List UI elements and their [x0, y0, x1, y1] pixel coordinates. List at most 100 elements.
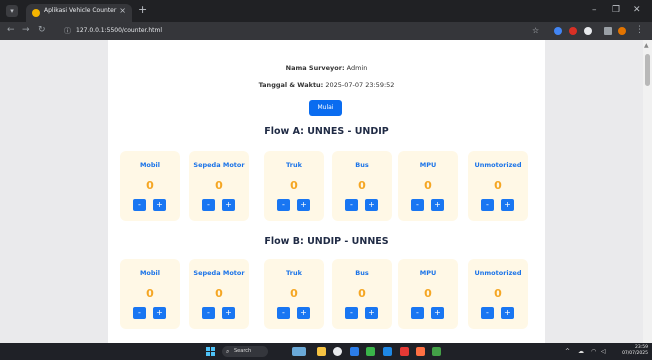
minimize-button[interactable]: – [592, 4, 597, 16]
increment-button[interactable]: + [365, 307, 378, 319]
increment-button[interactable]: + [431, 199, 444, 211]
clock-date: 07/07/2025 [622, 351, 648, 356]
address-url: 127.0.0.1:5500/counter.html [76, 27, 163, 34]
counter-label: Unmotorized [474, 161, 522, 169]
decrement-button[interactable]: - [345, 199, 358, 211]
reload-button[interactable]: ↻ [38, 25, 46, 36]
download-icon[interactable] [604, 27, 612, 35]
windows-start-icon[interactable] [206, 347, 215, 356]
file-explorer-icon[interactable] [317, 347, 326, 356]
bookmark-star-icon[interactable]: ☆ [532, 26, 539, 36]
increment-button[interactable]: + [365, 199, 378, 211]
edge-icon[interactable] [350, 347, 359, 356]
increment-button[interactable]: + [501, 307, 514, 319]
increment-button[interactable]: + [297, 307, 310, 319]
decrement-button[interactable]: - [202, 199, 215, 211]
app-icon[interactable] [416, 347, 425, 356]
counter-mobil-a: Mobil 0 - + [120, 151, 180, 221]
counter-value: 0 [494, 287, 502, 300]
surveyor-line: Nama Surveyor: Admin [108, 64, 545, 72]
decrement-button[interactable]: - [411, 307, 424, 319]
counter-label: MPU [419, 269, 437, 277]
datetime-line: Tanggal & Waktu: 2025-07-07 23:59:52 [108, 81, 545, 89]
tab-close-icon[interactable]: × [119, 6, 126, 15]
increment-button[interactable]: + [222, 199, 235, 211]
chrome-icon[interactable] [333, 347, 342, 356]
counter-label: Mobil [139, 269, 161, 277]
counter-truk-a: Truk 0 - + [264, 151, 324, 221]
profile-avatar[interactable] [618, 27, 626, 35]
counter-value: 0 [146, 287, 154, 300]
counter-value: 0 [358, 287, 366, 300]
counter-label: Mobil [139, 161, 161, 169]
counter-sepeda-motor-b: Sepeda Motor 0 - + [189, 259, 249, 329]
start-button[interactable]: Mulai [309, 100, 342, 116]
extension-icon[interactable] [569, 27, 577, 35]
vscode-icon[interactable] [383, 347, 392, 356]
app-icon[interactable] [432, 347, 441, 356]
increment-button[interactable]: + [431, 307, 444, 319]
scroll-thumb[interactable] [645, 54, 650, 86]
increment-button[interactable]: + [222, 307, 235, 319]
taskbar: ⌕ Search ^ ☁ ◠ ◁ 23:59 07/07/2025 [0, 343, 652, 360]
taskbar-search[interactable]: ⌕ Search [222, 346, 268, 357]
widgets-icon[interactable] [292, 347, 306, 356]
counter-label: Truk [286, 269, 302, 277]
browser-tab[interactable]: Aplikasi Vehicle Counter × [26, 4, 132, 22]
address-bar[interactable]: ⓘ 127.0.0.1:5500/counter.html [60, 24, 530, 38]
decrement-button[interactable]: - [345, 307, 358, 319]
counter-mobil-b: Mobil 0 - + [120, 259, 180, 329]
tray-chevron-icon[interactable]: ^ [565, 347, 570, 356]
wifi-icon[interactable]: ◠ [591, 347, 596, 356]
extension-icon[interactable] [554, 27, 562, 35]
counter-truk-b: Truk 0 - + [264, 259, 324, 329]
counter-card: Nama Surveyor: Admin Tanggal & Waktu: 20… [108, 40, 545, 343]
counter-label: Sepeda Motor [193, 269, 245, 277]
decrement-button[interactable]: - [411, 199, 424, 211]
counter-value: 0 [290, 179, 298, 192]
increment-button[interactable]: + [297, 199, 310, 211]
forward-button[interactable]: → [22, 25, 30, 36]
counter-value: 0 [215, 179, 223, 192]
tab-menu-icon[interactable]: ▾ [6, 5, 18, 17]
site-info-icon[interactable]: ⓘ [64, 26, 71, 36]
increment-button[interactable]: + [501, 199, 514, 211]
counter-unmotorized-b: Unmotorized 0 - + [468, 259, 528, 329]
increment-button[interactable]: + [153, 307, 166, 319]
extensions-puzzle-icon[interactable] [584, 27, 592, 35]
browser-menu-icon[interactable]: ⋮ [635, 25, 644, 36]
counter-sepeda-motor-a: Sepeda Motor 0 - + [189, 151, 249, 221]
app-icon[interactable] [400, 347, 409, 356]
decrement-button[interactable]: - [277, 199, 290, 211]
scroll-up-icon[interactable]: ▲ [644, 42, 649, 49]
decrement-button[interactable]: - [481, 307, 494, 319]
counter-label: MPU [419, 161, 437, 169]
restore-button[interactable]: ❐ [612, 4, 620, 16]
counter-unmotorized-a: Unmotorized 0 - + [468, 151, 528, 221]
counter-bus-b: Bus 0 - + [332, 259, 392, 329]
volume-icon[interactable]: ◁ [601, 347, 606, 356]
browser-toolbar: ← → ↻ ⓘ 127.0.0.1:5500/counter.html ☆ ⋮ [0, 22, 652, 40]
search-icon: ⌕ [226, 348, 230, 355]
search-placeholder: Search [234, 348, 252, 354]
taskbar-clock[interactable]: 23:59 07/07/2025 [614, 345, 648, 357]
page-scrollbar[interactable]: ▲ [643, 40, 652, 343]
counter-value: 0 [424, 179, 432, 192]
decrement-button[interactable]: - [133, 307, 146, 319]
close-window-button[interactable]: ✕ [633, 4, 641, 16]
counter-label: Unmotorized [474, 269, 522, 277]
decrement-button[interactable]: - [202, 307, 215, 319]
decrement-button[interactable]: - [481, 199, 494, 211]
datetime-value: 2025-07-07 23:59:52 [325, 81, 395, 89]
cloud-icon[interactable]: ☁ [578, 347, 584, 356]
counter-value: 0 [424, 287, 432, 300]
app-icon[interactable] [366, 347, 375, 356]
back-button[interactable]: ← [7, 25, 15, 36]
counter-value: 0 [358, 179, 366, 192]
new-tab-button[interactable]: + [138, 4, 147, 16]
counter-label: Bus [355, 269, 369, 277]
increment-button[interactable]: + [153, 199, 166, 211]
decrement-button[interactable]: - [277, 307, 290, 319]
decrement-button[interactable]: - [133, 199, 146, 211]
counter-mpu-a: MPU 0 - + [398, 151, 458, 221]
